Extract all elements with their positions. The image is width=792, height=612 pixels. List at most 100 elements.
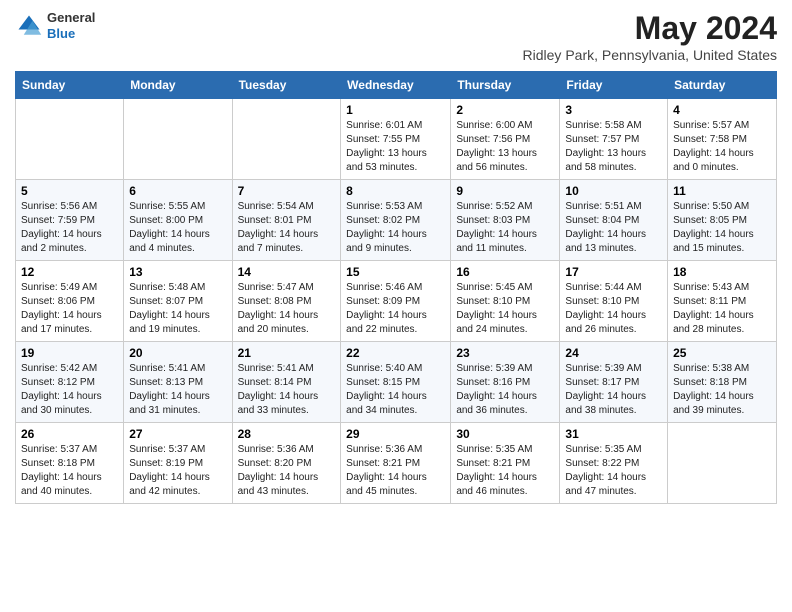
calendar-cell: 25Sunrise: 5:38 AMSunset: 8:18 PMDayligh…: [668, 342, 777, 423]
calendar-header-row: SundayMondayTuesdayWednesdayThursdayFrid…: [16, 72, 777, 99]
day-number: 15: [346, 265, 445, 279]
cell-info: Sunrise: 6:00 AMSunset: 7:56 PMDaylight:…: [456, 119, 554, 175]
calendar-cell: 8Sunrise: 5:53 AMSunset: 8:02 PMDaylight…: [341, 180, 451, 261]
week-row-4: 26 Sunrise: 5:37 AMSunset: 8:18 PMDayligh…: [16, 423, 777, 504]
day-number: 23: [456, 346, 554, 360]
cell-info: Sunrise: 5:45 AMSunset: 8:10 PMDaylight:…: [456, 281, 554, 337]
day-number: 4: [673, 103, 771, 117]
header-sunday: Sunday: [16, 72, 124, 99]
logo-text: General Blue: [47, 10, 95, 41]
location-subtitle: Ridley Park, Pennsylvania, United States: [523, 47, 777, 63]
header-saturday: Saturday: [668, 72, 777, 99]
calendar-cell: 2 Sunrise: 6:00 AMSunset: 7:56 PMDaylight…: [451, 99, 560, 180]
day-number: 7: [238, 184, 336, 198]
calendar-body: 1Sunrise: 6:01 AMSunset: 7:55 PMDaylight…: [16, 99, 777, 504]
day-number: 19: [21, 346, 118, 360]
cell-info: Sunrise: 5:42 AMSunset: 8:12 PMDaylight:…: [21, 362, 118, 418]
cell-info: Sunrise: 5:39 AMSunset: 8:17 PMDaylight:…: [565, 362, 662, 418]
calendar-cell: 17Sunrise: 5:44 AMSunset: 8:10 PMDayligh…: [560, 261, 668, 342]
day-number: 26: [21, 427, 118, 441]
calendar-cell: 23 Sunrise: 5:39 AMSunset: 8:16 PMDayligh…: [451, 342, 560, 423]
cell-info: Sunrise: 5:35 AMSunset: 8:22 PMDaylight:…: [565, 443, 662, 499]
calendar-cell: 15 Sunrise: 5:46 AMSunset: 8:09 PMDayligh…: [341, 261, 451, 342]
calendar-cell: 26 Sunrise: 5:37 AMSunset: 8:18 PMDayligh…: [16, 423, 124, 504]
calendar-cell: 11 Sunrise: 5:50 AMSunset: 8:05 PMDayligh…: [668, 180, 777, 261]
cell-info: Sunrise: 5:39 AMSunset: 8:16 PMDaylight:…: [456, 362, 554, 418]
cell-info: Sunrise: 5:41 AMSunset: 8:14 PMDaylight:…: [238, 362, 336, 418]
cell-info: Sunrise: 6:01 AMSunset: 7:55 PMDaylight:…: [346, 119, 445, 175]
day-number: 12: [21, 265, 118, 279]
calendar-cell: 30 Sunrise: 5:35 AMSunset: 8:21 PMDayligh…: [451, 423, 560, 504]
cell-info: Sunrise: 5:44 AMSunset: 8:10 PMDaylight:…: [565, 281, 662, 337]
cell-info: Sunrise: 5:43 AMSunset: 8:11 PMDaylight:…: [673, 281, 771, 337]
cell-info: Sunrise: 5:35 AMSunset: 8:21 PMDaylight:…: [456, 443, 554, 499]
cell-info: Sunrise: 5:57 AMSunset: 7:58 PMDaylight:…: [673, 119, 771, 175]
day-number: 29: [346, 427, 445, 441]
calendar-cell: 7 Sunrise: 5:54 AMSunset: 8:01 PMDaylight…: [232, 180, 341, 261]
day-number: 22: [346, 346, 445, 360]
week-row-1: 5 Sunrise: 5:56 AMSunset: 7:59 PMDaylight…: [16, 180, 777, 261]
day-number: 14: [238, 265, 336, 279]
cell-info: Sunrise: 5:36 AMSunset: 8:20 PMDaylight:…: [238, 443, 336, 499]
header-friday: Friday: [560, 72, 668, 99]
day-number: 16: [456, 265, 554, 279]
cell-info: Sunrise: 5:54 AMSunset: 8:01 PMDaylight:…: [238, 200, 336, 256]
logo-blue: Blue: [47, 26, 95, 42]
calendar-cell: 5 Sunrise: 5:56 AMSunset: 7:59 PMDaylight…: [16, 180, 124, 261]
day-number: 24: [565, 346, 662, 360]
cell-info: Sunrise: 5:49 AMSunset: 8:06 PMDaylight:…: [21, 281, 118, 337]
day-number: 30: [456, 427, 554, 441]
week-row-2: 12 Sunrise: 5:49 AMSunset: 8:06 PMDayligh…: [16, 261, 777, 342]
calendar-cell: [124, 99, 232, 180]
calendar-cell: 3 Sunrise: 5:58 AMSunset: 7:57 PMDaylight…: [560, 99, 668, 180]
cell-info: Sunrise: 5:41 AMSunset: 8:13 PMDaylight:…: [129, 362, 226, 418]
cell-info: Sunrise: 5:37 AMSunset: 8:18 PMDaylight:…: [21, 443, 118, 499]
logo-general: General: [47, 10, 95, 26]
calendar-cell: 9Sunrise: 5:52 AMSunset: 8:03 PMDaylight…: [451, 180, 560, 261]
day-number: 18: [673, 265, 771, 279]
day-number: 31: [565, 427, 662, 441]
calendar-cell: 12 Sunrise: 5:49 AMSunset: 8:06 PMDayligh…: [16, 261, 124, 342]
header-tuesday: Tuesday: [232, 72, 341, 99]
calendar-cell: [16, 99, 124, 180]
header-thursday: Thursday: [451, 72, 560, 99]
calendar-cell: [668, 423, 777, 504]
day-number: 6: [129, 184, 226, 198]
calendar-cell: 1Sunrise: 6:01 AMSunset: 7:55 PMDaylight…: [341, 99, 451, 180]
day-number: 2: [456, 103, 554, 117]
day-number: 10: [565, 184, 662, 198]
cell-info: Sunrise: 5:50 AMSunset: 8:05 PMDaylight:…: [673, 200, 771, 256]
day-number: 11: [673, 184, 771, 198]
calendar-cell: 20 Sunrise: 5:41 AMSunset: 8:13 PMDayligh…: [124, 342, 232, 423]
cell-info: Sunrise: 5:56 AMSunset: 7:59 PMDaylight:…: [21, 200, 118, 256]
day-number: 20: [129, 346, 226, 360]
page-header: General Blue May 2024 Ridley Park, Penns…: [15, 10, 777, 63]
calendar-table: SundayMondayTuesdayWednesdayThursdayFrid…: [15, 71, 777, 504]
cell-info: Sunrise: 5:46 AMSunset: 8:09 PMDaylight:…: [346, 281, 445, 337]
month-title: May 2024: [523, 10, 777, 47]
day-number: 5: [21, 184, 118, 198]
day-number: 3: [565, 103, 662, 117]
day-number: 9: [456, 184, 554, 198]
cell-info: Sunrise: 5:55 AMSunset: 8:00 PMDaylight:…: [129, 200, 226, 256]
calendar-cell: 24 Sunrise: 5:39 AMSunset: 8:17 PMDayligh…: [560, 342, 668, 423]
logo-icon: [15, 12, 43, 40]
calendar-cell: 19 Sunrise: 5:42 AMSunset: 8:12 PMDayligh…: [16, 342, 124, 423]
cell-info: Sunrise: 5:51 AMSunset: 8:04 PMDaylight:…: [565, 200, 662, 256]
calendar-cell: 29 Sunrise: 5:36 AMSunset: 8:21 PMDayligh…: [341, 423, 451, 504]
calendar-cell: 16 Sunrise: 5:45 AMSunset: 8:10 PMDayligh…: [451, 261, 560, 342]
calendar-cell: 4 Sunrise: 5:57 AMSunset: 7:58 PMDaylight…: [668, 99, 777, 180]
title-block: May 2024 Ridley Park, Pennsylvania, Unit…: [523, 10, 777, 63]
calendar-cell: [232, 99, 341, 180]
cell-info: Sunrise: 5:38 AMSunset: 8:18 PMDaylight:…: [673, 362, 771, 418]
cell-info: Sunrise: 5:37 AMSunset: 8:19 PMDaylight:…: [129, 443, 226, 499]
cell-info: Sunrise: 5:47 AMSunset: 8:08 PMDaylight:…: [238, 281, 336, 337]
cell-info: Sunrise: 5:58 AMSunset: 7:57 PMDaylight:…: [565, 119, 662, 175]
calendar-cell: 22 Sunrise: 5:40 AMSunset: 8:15 PMDayligh…: [341, 342, 451, 423]
week-row-3: 19 Sunrise: 5:42 AMSunset: 8:12 PMDayligh…: [16, 342, 777, 423]
calendar-cell: 10 Sunrise: 5:51 AMSunset: 8:04 PMDayligh…: [560, 180, 668, 261]
cell-info: Sunrise: 5:40 AMSunset: 8:15 PMDaylight:…: [346, 362, 445, 418]
header-wednesday: Wednesday: [341, 72, 451, 99]
cell-info: Sunrise: 5:36 AMSunset: 8:21 PMDaylight:…: [346, 443, 445, 499]
calendar-cell: 21Sunrise: 5:41 AMSunset: 8:14 PMDayligh…: [232, 342, 341, 423]
